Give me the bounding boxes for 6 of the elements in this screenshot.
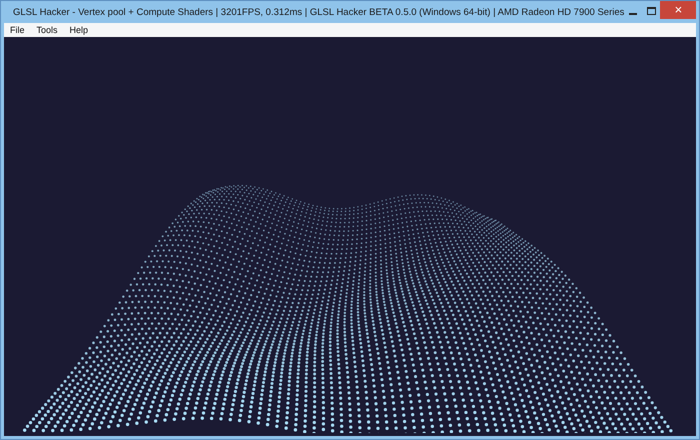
- menu-item[interactable]: Tools: [36, 25, 58, 35]
- menu-item[interactable]: Help: [70, 25, 88, 35]
- window-title: GLSL Hacker - Vertex pool + Compute Shaders | 3201FPS, 0.312ms | GLSL Hacker BETA 0.5.0 (Windows 64-bit) | AMD Radeon HD 7900 Series: [13, 6, 624, 18]
- menu-item[interactable]: File: [10, 25, 25, 35]
- maximize-icon: [646, 7, 656, 15]
- close-button[interactable]: ×: [660, 1, 696, 19]
